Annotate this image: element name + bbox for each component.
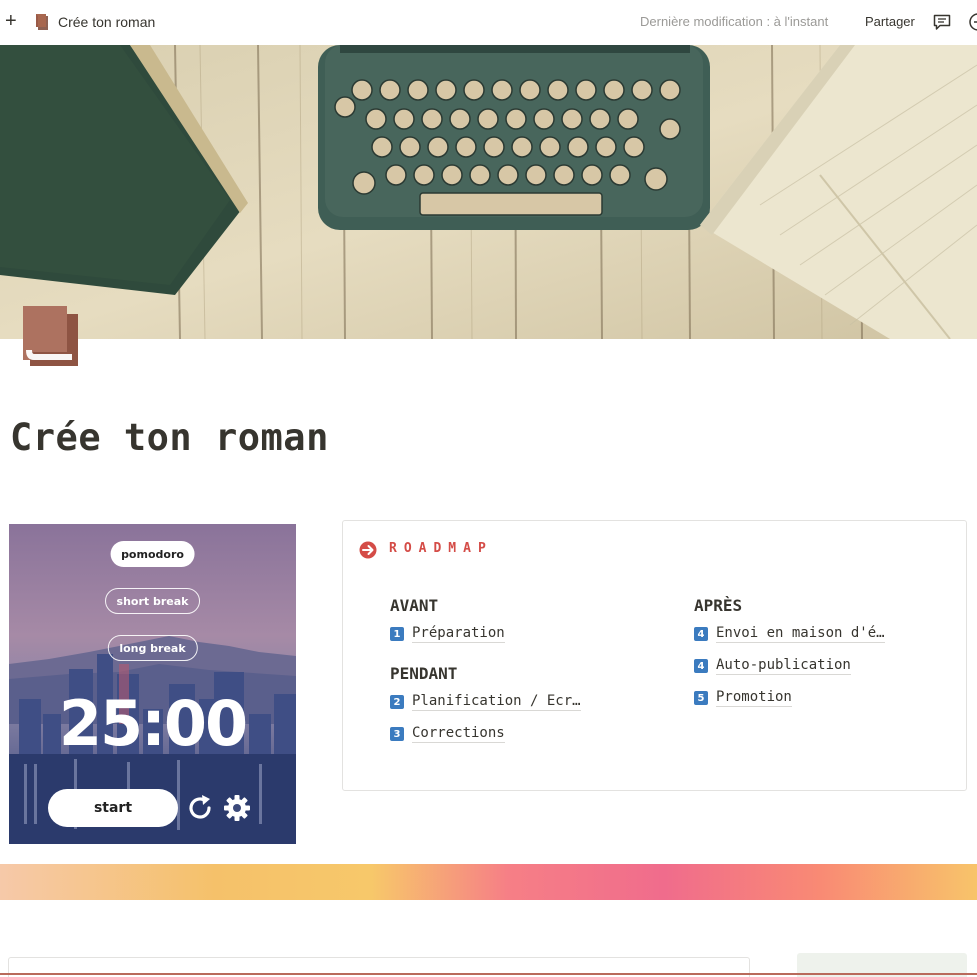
- roadmap-left-column: AVANT 1 Préparation PENDANT 2 Planificat…: [390, 596, 581, 750]
- book-icon[interactable]: [22, 306, 78, 366]
- roadmap-item[interactable]: 1 Préparation: [390, 618, 581, 650]
- page-link[interactable]: Préparation: [412, 625, 505, 643]
- number-badge: 1: [390, 627, 404, 641]
- roadmap-item[interactable]: 5 Promotion: [694, 682, 885, 714]
- roadmap-callout: ROADMAP AVANT 1 Préparation PENDANT 2 Pl…: [342, 520, 967, 791]
- roadmap-right-column: APRÈS 4 Envoi en maison d'é… 4 Auto-publ…: [694, 596, 885, 714]
- number-badge: 4: [694, 627, 708, 641]
- section-heading-pendant: PENDANT: [390, 664, 458, 683]
- roadmap-item[interactable]: 4 Auto-publication: [694, 650, 885, 682]
- pomodoro-mode-tab[interactable]: pomodoro: [110, 541, 195, 567]
- number-badge: 5: [694, 691, 708, 705]
- number-badge: 3: [390, 727, 404, 741]
- page-title[interactable]: Crée ton roman: [10, 416, 329, 459]
- last-modified-text: Dernière modification : à l'instant: [640, 14, 829, 29]
- page-link[interactable]: Planification / Ecr…: [412, 693, 581, 711]
- roadmap-item[interactable]: 3 Corrections: [390, 718, 581, 750]
- comment-icon[interactable]: [932, 12, 952, 32]
- cover-image: [0, 45, 977, 339]
- more-icon[interactable]: [968, 12, 977, 32]
- roadmap-item[interactable]: 2 Planification / Ecr…: [390, 686, 581, 718]
- gradient-divider-image: [0, 864, 977, 900]
- page-link[interactable]: Corrections: [412, 725, 505, 743]
- reset-icon[interactable]: [185, 793, 215, 823]
- page-link[interactable]: Auto-publication: [716, 657, 851, 675]
- add-icon[interactable]: +: [5, 11, 17, 31]
- long-break-mode-tab[interactable]: long break: [107, 635, 198, 661]
- gear-icon[interactable]: [222, 793, 252, 823]
- breadcrumb-page-title[interactable]: Crée ton roman: [58, 14, 155, 30]
- pomodoro-widget: pomodoro short break long break 25:00 st…: [9, 524, 296, 844]
- timer-display: 25:00: [58, 687, 248, 760]
- start-button[interactable]: start: [48, 789, 178, 827]
- number-badge: 4: [694, 659, 708, 673]
- section-heading-apres: APRÈS: [694, 596, 743, 615]
- arrow-right-circle-icon: [359, 541, 377, 559]
- roadmap-item[interactable]: 4 Envoi en maison d'é…: [694, 618, 885, 650]
- number-badge: 2: [390, 695, 404, 709]
- book-icon: [36, 14, 48, 30]
- share-button[interactable]: Partager: [865, 14, 915, 29]
- section-heading-avant: AVANT: [390, 596, 439, 615]
- roadmap-title: ROADMAP: [389, 541, 493, 556]
- page-link[interactable]: Envoi en maison d'é…: [716, 625, 885, 643]
- divider: [0, 973, 977, 975]
- short-break-mode-tab[interactable]: short break: [104, 588, 201, 614]
- page-link[interactable]: Promotion: [716, 689, 792, 707]
- top-bar: + Crée ton roman Dernière modification :…: [0, 0, 977, 45]
